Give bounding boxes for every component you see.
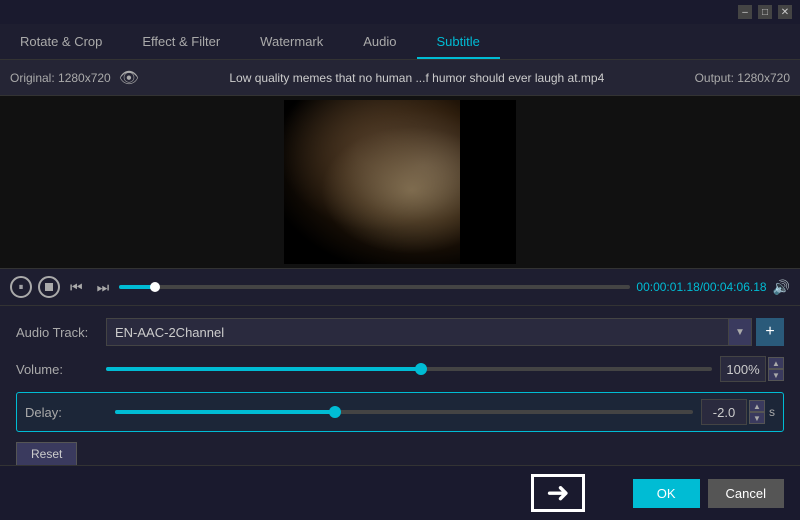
volume-slider-container[interactable]	[106, 359, 712, 379]
volume-value-box: ▲ ▼	[720, 356, 784, 382]
audio-settings: Audio Track: EN-AAC-2Channel ▼ + Volume:…	[0, 306, 800, 488]
stop-button[interactable]	[38, 276, 60, 298]
audio-track-row: Audio Track: EN-AAC-2Channel ▼ +	[16, 318, 784, 346]
delay-label: Delay:	[25, 405, 115, 420]
next-frame-button[interactable]: ⏭	[93, 277, 114, 298]
file-name: Low quality memes that no human ...f hum…	[139, 71, 695, 85]
tab-watermark[interactable]: Watermark	[240, 26, 343, 59]
tab-bar: Rotate & Crop Effect & Filter Watermark …	[0, 24, 800, 60]
delay-down-button[interactable]: ▼	[749, 412, 765, 424]
playback-controls: ⏸ ⏮ ⏭ 00:00:01.18/00:04:06.18 🔊	[0, 268, 800, 306]
delay-value-box: ▲ ▼ s	[701, 399, 775, 425]
output-resolution: Output: 1280x720	[695, 71, 790, 85]
ok-button[interactable]: OK	[633, 479, 700, 508]
volume-spinners: ▲ ▼	[768, 357, 784, 381]
delay-row: Delay: ▲ ▼ s	[25, 399, 775, 425]
volume-row: Volume: ▲ ▼	[16, 356, 784, 382]
time-total: 00:04:06.18	[703, 280, 766, 294]
delay-row-wrapper: Delay: ▲ ▼ s	[16, 392, 784, 432]
reset-button[interactable]: Reset	[16, 442, 77, 466]
tab-effect-filter[interactable]: Effect & Filter	[122, 26, 240, 59]
video-area	[0, 96, 800, 268]
time-current: 00:00:01.18	[636, 280, 699, 294]
close-button[interactable]: ✕	[778, 5, 792, 19]
delay-slider-container[interactable]	[115, 402, 693, 422]
delay-input[interactable]	[701, 399, 747, 425]
video-right-black	[460, 100, 516, 264]
audio-track-value[interactable]: EN-AAC-2Channel	[106, 318, 728, 346]
volume-label: Volume:	[16, 362, 106, 377]
volume-input[interactable]	[720, 356, 766, 382]
volume-fill	[106, 367, 421, 371]
title-bar: – □ ✕	[0, 0, 800, 24]
header-bar: Original: 1280x720 👁 Low quality memes t…	[0, 60, 800, 96]
maximize-button[interactable]: □	[758, 5, 772, 19]
tab-subtitle[interactable]: Subtitle	[417, 26, 500, 59]
audio-track-label: Audio Track:	[16, 325, 106, 340]
delay-unit: s	[769, 405, 775, 419]
video-frame	[284, 100, 516, 264]
pause-button[interactable]: ⏸	[10, 276, 32, 298]
arrow-indicator: ➜	[531, 474, 584, 512]
volume-thumb[interactable]	[415, 363, 427, 375]
volume-up-button[interactable]: ▲	[768, 357, 784, 369]
pause-icon: ⏸	[19, 282, 24, 293]
add-track-button[interactable]: +	[756, 318, 784, 346]
prev-frame-icon: ⏮	[70, 279, 83, 296]
time-display: 00:00:01.18/00:04:06.18	[636, 280, 766, 294]
volume-track[interactable]	[106, 367, 712, 371]
reset-row: Reset	[16, 442, 784, 466]
prev-frame-button[interactable]: ⏮	[66, 277, 87, 298]
delay-track[interactable]	[115, 410, 693, 414]
tab-rotate-crop[interactable]: Rotate & Crop	[0, 26, 122, 59]
original-resolution: Original: 1280x720	[10, 71, 111, 85]
bottom-bar: ➜ OK Cancel	[0, 465, 800, 520]
volume-down-button[interactable]: ▼	[768, 369, 784, 381]
progress-thumb[interactable]	[150, 282, 160, 292]
volume-icon[interactable]: 🔊	[773, 279, 790, 296]
progress-track[interactable]	[119, 285, 630, 289]
audio-track-select-wrapper: EN-AAC-2Channel ▼	[106, 318, 752, 346]
cancel-button[interactable]: Cancel	[708, 479, 784, 508]
tab-audio[interactable]: Audio	[343, 26, 416, 59]
audio-track-dropdown[interactable]: ▼	[728, 318, 752, 346]
next-frame-icon: ⏭	[97, 279, 110, 296]
minimize-button[interactable]: –	[738, 5, 752, 19]
delay-thumb[interactable]	[329, 406, 341, 418]
delay-fill	[115, 410, 335, 414]
delay-spinners: ▲ ▼	[749, 400, 765, 424]
delay-up-button[interactable]: ▲	[749, 400, 765, 412]
stop-icon	[45, 283, 53, 291]
eye-icon[interactable]: 👁	[119, 68, 139, 88]
